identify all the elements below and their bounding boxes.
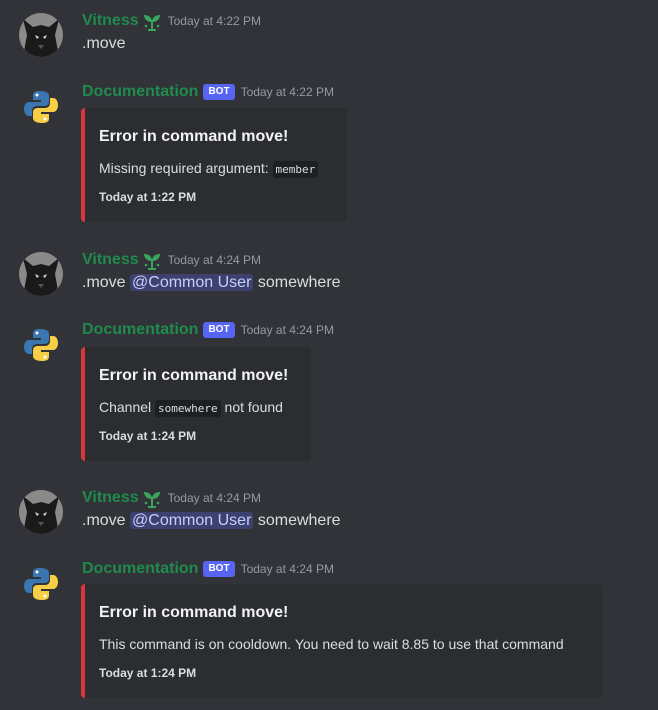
bot-badge: BOT — [203, 84, 235, 100]
timestamp: Today at 4:22 PM — [240, 85, 334, 99]
bot-avatar[interactable] — [19, 85, 63, 129]
embed: Error in command move! Missing required … — [81, 108, 347, 222]
bot-avatar[interactable] — [19, 562, 63, 606]
embed-footer: Today at 1:24 PM — [99, 666, 197, 680]
python-logo-icon — [19, 562, 63, 606]
sprout-icon — [142, 14, 161, 31]
user-mention[interactable]: @Common User — [130, 274, 254, 291]
embed-title: Error in command move! — [99, 604, 289, 621]
sprout-icon — [142, 491, 161, 508]
user-mention[interactable]: @Common User — [130, 512, 254, 529]
sprout-icon — [142, 253, 161, 270]
embed-description: Channel somewhere not found — [99, 399, 283, 417]
user-avatar[interactable] — [19, 490, 63, 534]
username[interactable]: Vitness — [82, 251, 139, 268]
wolf-avatar-icon — [19, 252, 63, 296]
python-logo-icon — [19, 323, 63, 367]
timestamp: Today at 4:24 PM — [240, 323, 334, 337]
inline-code: member — [272, 161, 319, 178]
username[interactable]: Documentation — [82, 83, 198, 100]
embed: Error in command move! Channel somewhere… — [81, 347, 311, 461]
embed: Error in command move! This command is o… — [81, 584, 602, 698]
wolf-avatar-icon — [19, 490, 63, 534]
user-avatar[interactable] — [19, 252, 63, 296]
timestamp: Today at 4:24 PM — [167, 491, 262, 505]
message-content: .move @Common User somewhere — [82, 274, 341, 291]
timestamp: Today at 4:24 PM — [240, 562, 334, 576]
inline-code: somewhere — [155, 400, 221, 417]
timestamp: Today at 4:22 PM — [167, 14, 262, 28]
username[interactable]: Documentation — [82, 321, 198, 338]
timestamp: Today at 4:24 PM — [167, 253, 262, 267]
username[interactable]: Documentation — [82, 560, 198, 577]
user-avatar[interactable] — [19, 13, 63, 57]
embed-description: Missing required argument: member — [99, 160, 319, 178]
embed-footer: Today at 1:24 PM — [99, 429, 197, 443]
embed-title: Error in command move! — [99, 128, 289, 145]
embed-description: This command is on cooldown. You need to… — [99, 636, 564, 652]
bot-badge: BOT — [203, 322, 235, 338]
username[interactable]: Vitness — [82, 12, 139, 29]
username[interactable]: Vitness — [82, 489, 139, 506]
wolf-avatar-icon — [19, 13, 63, 57]
bot-badge: BOT — [203, 561, 235, 577]
embed-footer: Today at 1:22 PM — [99, 190, 197, 204]
bot-avatar[interactable] — [19, 323, 63, 367]
message-content: .move @Common User somewhere — [82, 512, 341, 529]
embed-title: Error in command move! — [99, 367, 289, 384]
message-content: .move — [82, 35, 126, 52]
python-logo-icon — [19, 85, 63, 129]
